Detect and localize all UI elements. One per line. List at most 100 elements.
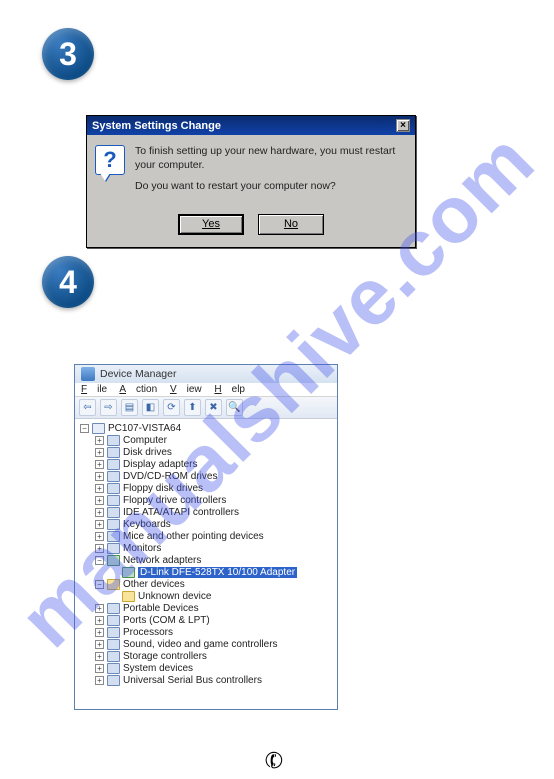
phone-icon: ✆: [261, 746, 287, 777]
tree-node-selected-adapter[interactable]: D-Link DFE-528TX 10/100 Adapter: [80, 566, 335, 578]
device-icon: [107, 471, 120, 482]
tree-node[interactable]: +Floppy drive controllers: [80, 494, 335, 506]
uninstall-icon[interactable]: ✖: [205, 399, 222, 416]
expand-icon[interactable]: +: [95, 532, 104, 541]
expand-icon[interactable]: +: [95, 436, 104, 445]
no-button[interactable]: No: [258, 214, 324, 235]
close-icon[interactable]: ×: [396, 119, 410, 132]
expand-icon[interactable]: +: [95, 652, 104, 661]
system-settings-dialog: System Settings Change × ? To finish set…: [86, 115, 416, 248]
node-label: Unknown device: [138, 591, 211, 602]
node-label: Display adapters: [123, 459, 197, 470]
expand-icon[interactable]: +: [95, 448, 104, 457]
menu-action[interactable]: Action: [119, 384, 157, 395]
tree-node[interactable]: +Keyboards: [80, 518, 335, 530]
expand-icon[interactable]: +: [95, 616, 104, 625]
expand-icon[interactable]: +: [95, 664, 104, 673]
expand-icon[interactable]: +: [95, 460, 104, 469]
node-label: Processors: [123, 627, 173, 638]
network-icon: [107, 555, 120, 566]
dialog-titlebar: System Settings Change ×: [87, 116, 415, 135]
dialog-text: To finish setting up your new hardware, …: [135, 145, 407, 202]
forward-icon[interactable]: ⇨: [100, 399, 117, 416]
device-tree: − PC107-VISTA64 + Computer +Disk drives +…: [75, 419, 337, 709]
tree-node[interactable]: + Processors: [80, 626, 335, 638]
expand-icon[interactable]: +: [95, 520, 104, 529]
toolbar: ⇦ ⇨ ▤ ◧ ⟳ ⬆ ✖ 🔍: [75, 397, 337, 419]
node-label: Computer: [123, 435, 167, 446]
collapse-icon[interactable]: −: [80, 424, 89, 433]
device-icon: [107, 543, 120, 554]
tree-node[interactable]: + IDE ATA/ATAPI controllers: [80, 506, 335, 518]
tree-node[interactable]: +Mice and other pointing devices: [80, 530, 335, 542]
no-label: No: [284, 218, 298, 230]
root-label: PC107-VISTA64: [108, 423, 181, 434]
tree-node[interactable]: + Universal Serial Bus controllers: [80, 674, 335, 686]
tree-node[interactable]: + System devices: [80, 662, 335, 674]
node-label: Network adapters: [123, 555, 201, 566]
update-icon[interactable]: ⬆: [184, 399, 201, 416]
tree-node[interactable]: + Floppy disk drives: [80, 482, 335, 494]
collapse-icon[interactable]: −: [95, 556, 104, 565]
expand-icon[interactable]: +: [95, 604, 104, 613]
device-icon: [107, 507, 120, 518]
dialog-line2: Do you want to restart your computer now…: [135, 180, 407, 194]
expand-icon[interactable]: +: [95, 628, 104, 637]
tree-node-other[interactable]: − Other devices: [80, 578, 335, 590]
tree-node[interactable]: + Ports (COM & LPT): [80, 614, 335, 626]
tree-node[interactable]: + Storage controllers: [80, 650, 335, 662]
step-badge-4: 4: [42, 256, 94, 308]
device-icon: [107, 495, 120, 506]
tree-node[interactable]: + DVD/CD-ROM drives: [80, 470, 335, 482]
device-icon: [107, 627, 120, 638]
collapse-icon[interactable]: −: [95, 580, 104, 589]
expand-icon[interactable]: +: [95, 544, 104, 553]
app-icon: [81, 367, 95, 381]
tree-node-unknown[interactable]: Unknown device: [80, 590, 335, 602]
tree-root-node[interactable]: − PC107-VISTA64: [80, 422, 335, 434]
tree-node[interactable]: +Portable Devices: [80, 602, 335, 614]
tree-node-network[interactable]: − Network adapters: [80, 554, 335, 566]
menu-help[interactable]: Help: [214, 384, 245, 395]
yes-button[interactable]: Yes: [178, 214, 244, 235]
yes-label: Yes: [202, 218, 220, 230]
expand-icon[interactable]: +: [95, 484, 104, 493]
tree-node[interactable]: + Display adapters: [80, 458, 335, 470]
tree-node[interactable]: + Monitors: [80, 542, 335, 554]
tree-node[interactable]: +Disk drives: [80, 446, 335, 458]
node-label: Universal Serial Bus controllers: [123, 675, 262, 686]
scan-icon[interactable]: 🔍: [226, 399, 243, 416]
node-label: IDE ATA/ATAPI controllers: [123, 507, 239, 518]
node-label: Ports (COM & LPT): [123, 615, 210, 626]
tree-node[interactable]: +Sound, video and game controllers: [80, 638, 335, 650]
device-icon: [107, 483, 120, 494]
node-label: System devices: [123, 663, 193, 674]
window-title: Device Manager: [100, 368, 176, 380]
expand-icon[interactable]: +: [95, 472, 104, 481]
properties-icon[interactable]: ◧: [142, 399, 159, 416]
expand-icon[interactable]: +: [95, 508, 104, 517]
menu-view[interactable]: View: [170, 384, 202, 395]
refresh-icon[interactable]: ⟳: [163, 399, 180, 416]
menu-file[interactable]: File: [81, 384, 107, 395]
back-icon[interactable]: ⇦: [79, 399, 96, 416]
node-label: DVD/CD-ROM drives: [123, 471, 217, 482]
tree-node[interactable]: + Computer: [80, 434, 335, 446]
expand-icon[interactable]: +: [95, 676, 104, 685]
selected-adapter-label: D-Link DFE-528TX 10/100 Adapter: [138, 567, 297, 578]
show-hide-icon[interactable]: ▤: [121, 399, 138, 416]
unknown-device-icon: [122, 591, 135, 602]
node-label: Floppy disk drives: [123, 483, 203, 494]
node-label: Storage controllers: [123, 651, 207, 662]
dialog-body: ? To finish setting up your new hardware…: [87, 135, 415, 208]
expand-icon[interactable]: +: [95, 640, 104, 649]
node-label: Other devices: [123, 579, 185, 590]
expand-icon[interactable]: +: [95, 496, 104, 505]
device-icon: [107, 531, 120, 542]
window-titlebar: Device Manager: [75, 365, 337, 383]
node-label: Monitors: [123, 543, 161, 554]
menu-bar: File Action View Help: [75, 383, 337, 397]
device-icon: [107, 447, 120, 458]
device-icon: [107, 615, 120, 626]
device-icon: [107, 603, 120, 614]
